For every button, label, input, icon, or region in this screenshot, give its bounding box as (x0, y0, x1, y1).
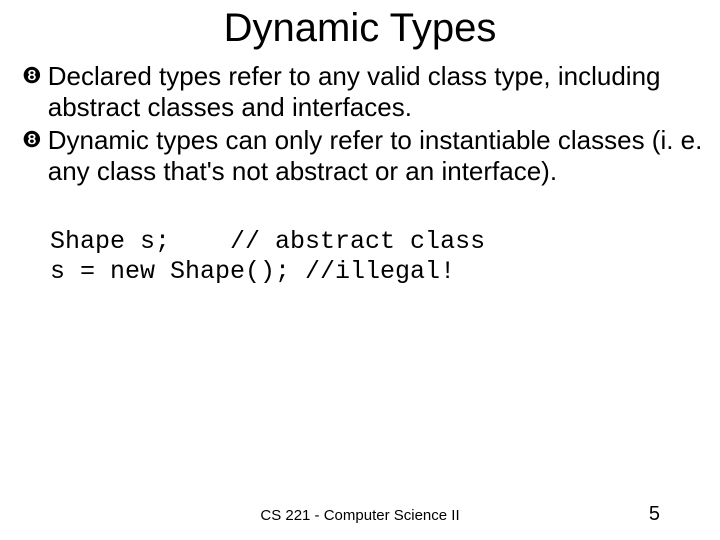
bullet-item: ❽ Declared types refer to any valid clas… (22, 61, 714, 123)
bullet-text: Declared types refer to any valid class … (48, 61, 714, 123)
code-line: Shape s; // abstract class (50, 227, 485, 256)
bullet-marker-icon: ❽ (22, 61, 42, 91)
bullet-text: Dynamic types can only refer to instanti… (48, 125, 714, 187)
bullet-marker-icon: ❽ (22, 125, 42, 155)
code-example: Shape s; // abstract class s = new Shape… (22, 227, 714, 287)
page-number: 5 (649, 503, 660, 526)
bullet-item: ❽ Dynamic types can only refer to instan… (22, 125, 714, 187)
code-line: s = new Shape(); //illegal! (50, 257, 455, 286)
slide-body: ❽ Declared types refer to any valid clas… (0, 61, 720, 287)
slide-title: Dynamic Types (0, 0, 720, 61)
footer-course: CS 221 - Computer Science II (0, 507, 720, 524)
